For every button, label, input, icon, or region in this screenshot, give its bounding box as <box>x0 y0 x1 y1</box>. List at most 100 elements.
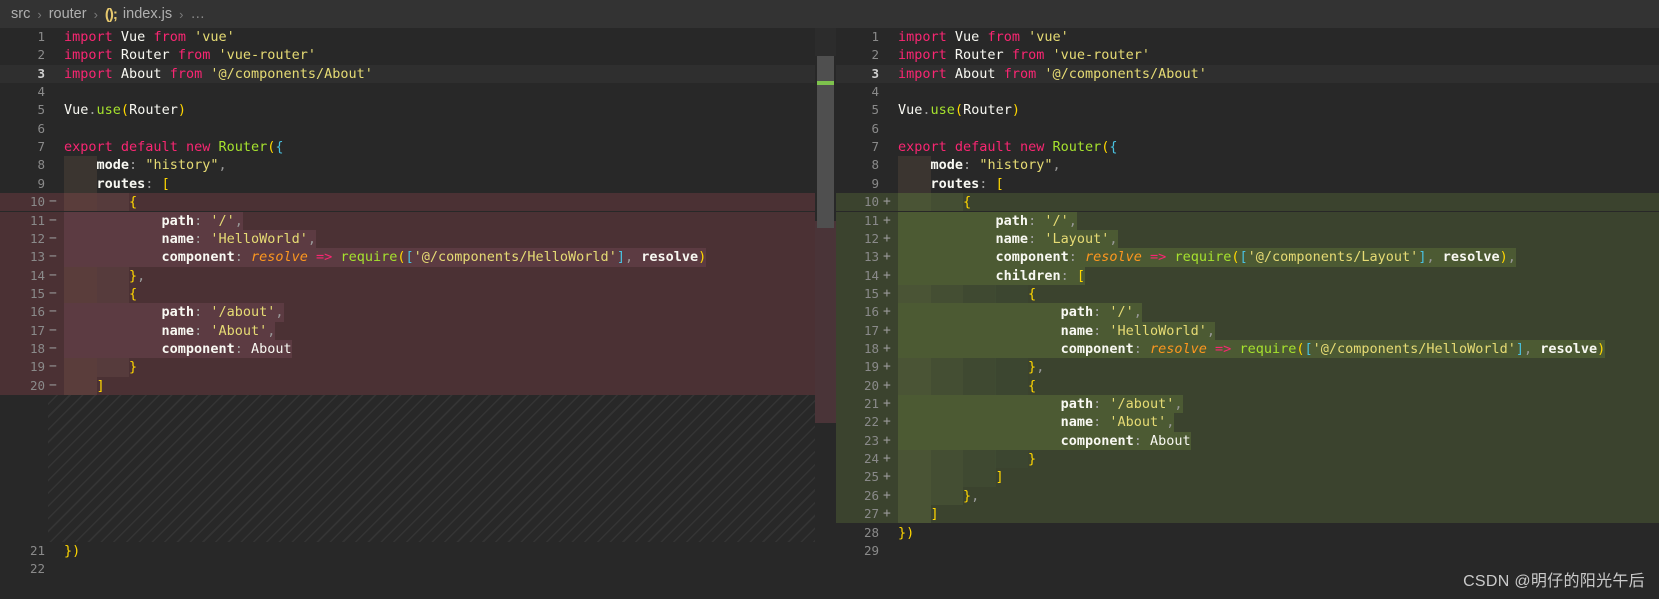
code-line[interactable]: 5 Vue.use(Router) <box>0 101 815 119</box>
line-number: 14 <box>29 267 45 283</box>
code-line[interactable]: 12− name: 'HelloWorld', <box>0 229 815 249</box>
code-line[interactable]: 28}) <box>836 524 1659 542</box>
code-line[interactable]: 22 + name: 'About', <box>836 413 1659 432</box>
line-number: 11 <box>29 212 45 228</box>
code-text: }, <box>129 267 146 284</box>
code-line[interactable]: 12 + name: 'Layout', <box>836 229 1659 249</box>
line-number: 7 <box>871 139 879 155</box>
line-number: 2 <box>871 47 879 63</box>
breadcrumb-segment-src[interactable]: src <box>11 6 30 22</box>
code-line[interactable]: 21}) <box>0 542 815 560</box>
code-line[interactable]: 25 + ] <box>836 468 1659 487</box>
diff-change-marker: + <box>883 451 891 467</box>
line-number: 4 <box>37 84 45 100</box>
code-text: import Router from 'vue-router' <box>898 47 1151 64</box>
code-line[interactable]: 1 import Vue from 'vue' <box>0 28 815 46</box>
line-number: 18 <box>29 341 45 356</box>
code-line[interactable]: 8 mode: "history", <box>836 156 1659 175</box>
breadcrumb-segment-file[interactable]: index.js <box>123 6 172 22</box>
code-line[interactable]: 29 <box>836 542 1659 560</box>
code-line[interactable]: 22 <box>0 560 815 578</box>
javascript-file-icon: (); <box>104 5 118 23</box>
diff-change-marker: − <box>49 230 57 246</box>
diff-change-marker: + <box>883 487 891 503</box>
code-line[interactable]: 7 export default new Router({ <box>836 138 1659 156</box>
code-line[interactable]: 9 routes: [ <box>0 174 815 194</box>
line-number: 12 <box>29 230 45 246</box>
code-line[interactable]: 8 mode: "history", <box>0 156 815 175</box>
code-line[interactable]: 4 <box>0 83 815 101</box>
code-line[interactable]: 6 <box>836 120 1659 138</box>
line-number: 11 <box>863 212 879 228</box>
code-line[interactable]: 17− name: 'About', <box>0 321 815 340</box>
diff-change-marker: + <box>883 230 891 246</box>
diff-change-marker: − <box>49 377 57 393</box>
code-line[interactable]: 14− }, <box>0 266 815 285</box>
code-line[interactable]: 11 + path: '/', <box>836 211 1659 230</box>
line-number: 20 <box>863 377 879 393</box>
line-number: 17 <box>29 322 45 338</box>
code-text: component: resolve => require(['@/compon… <box>898 340 1606 359</box>
code-line[interactable]: 3 import About from '@/components/About' <box>836 64 1659 84</box>
code-line[interactable]: 24 + } <box>836 450 1659 469</box>
line-number: 16 <box>29 304 45 320</box>
line-number: 3 <box>37 65 45 81</box>
code-line[interactable]: 10− { <box>0 193 815 212</box>
code-line[interactable]: 14 + children: [ <box>836 266 1659 285</box>
diff-filler-gutter <box>0 395 48 542</box>
code-line[interactable]: 4 <box>836 83 1659 101</box>
code-line[interactable]: 26 + }, <box>836 486 1659 506</box>
code-line[interactable]: 17 + name: 'HelloWorld', <box>836 321 1659 340</box>
code-line[interactable]: 20 + { <box>836 376 1659 396</box>
modified-line-surface: 1 import Vue from 'vue' 2 import Router fro… <box>836 28 1659 560</box>
code-line[interactable]: 10+→ { <box>836 193 1659 212</box>
code-text: ] <box>995 469 1004 486</box>
code-line[interactable]: 3 import About from '@/components/About' <box>0 64 815 84</box>
code-line[interactable]: 6 <box>0 120 815 138</box>
diff-change-marker: + <box>883 285 891 301</box>
code-line[interactable]: 16− path: '/about', <box>0 303 815 322</box>
diff-pane-modified[interactable]: 1 import Vue from 'vue' 2 import Router fro… <box>836 28 1659 599</box>
diff-change-marker: + <box>883 212 891 228</box>
original-scrollbar[interactable] <box>815 56 836 599</box>
code-text: } <box>129 359 138 376</box>
code-line[interactable]: 2 import Router from 'vue-router' <box>0 46 815 64</box>
code-line[interactable]: 7 export default new Router({ <box>0 138 815 156</box>
line-number: 18 <box>863 341 879 356</box>
code-line[interactable]: 18 + component: resolve => require(['@/co… <box>836 340 1659 359</box>
scrollbar-deleted-band <box>815 221 836 423</box>
code-line[interactable]: 15 + { <box>836 284 1659 304</box>
diff-pane-original[interactable]: 1 import Vue from 'vue' 2 import Router fro… <box>0 28 815 599</box>
code-line[interactable]: 23 + component: About <box>836 431 1659 451</box>
breadcrumb-overflow[interactable]: … <box>190 6 206 22</box>
code-line[interactable]: 11− path: '/', <box>0 211 815 230</box>
code-line[interactable]: 18− component: About <box>0 340 815 359</box>
code-line[interactable]: 1 import Vue from 'vue' <box>836 28 1659 46</box>
diff-change-marker: + <box>883 506 891 522</box>
code-text: import About from '@/components/About' <box>64 65 373 82</box>
breadcrumb-segment-router[interactable]: router <box>49 6 87 22</box>
code-text: } <box>1028 451 1037 468</box>
code-line[interactable]: 19 + }, <box>836 358 1659 377</box>
code-line[interactable]: 16 + path: '/', <box>836 303 1659 322</box>
line-number: 3 <box>871 65 879 81</box>
code-text: { <box>1028 377 1037 394</box>
code-line[interactable]: 5 Vue.use(Router) <box>836 101 1659 119</box>
line-number: 19 <box>29 359 45 375</box>
line-number: 22 <box>863 414 879 430</box>
code-line[interactable]: 13 + component: resolve => require(['@/co… <box>836 248 1659 267</box>
line-number: 1 <box>37 29 45 44</box>
diff-change-marker: + <box>883 414 891 430</box>
line-number: 29 <box>863 542 879 558</box>
breadcrumb-separator-icon: › <box>93 6 98 22</box>
code-line[interactable]: 13− component: resolve => require(['@/co… <box>0 248 815 267</box>
code-line[interactable]: 2 import Router from 'vue-router' <box>836 46 1659 64</box>
code-line[interactable]: 9 routes: [ <box>836 174 1659 194</box>
code-line[interactable]: 19− } <box>0 358 815 377</box>
code-line[interactable]: 21 + path: '/about', <box>836 395 1659 414</box>
code-line[interactable]: 27 + ] <box>836 505 1659 524</box>
line-number: 10 <box>863 194 879 210</box>
breadcrumb[interactable]: src › router › (); index.js › … <box>0 0 1659 28</box>
code-line[interactable]: 20− ] <box>0 376 815 396</box>
code-line[interactable]: 15− { <box>0 284 815 304</box>
